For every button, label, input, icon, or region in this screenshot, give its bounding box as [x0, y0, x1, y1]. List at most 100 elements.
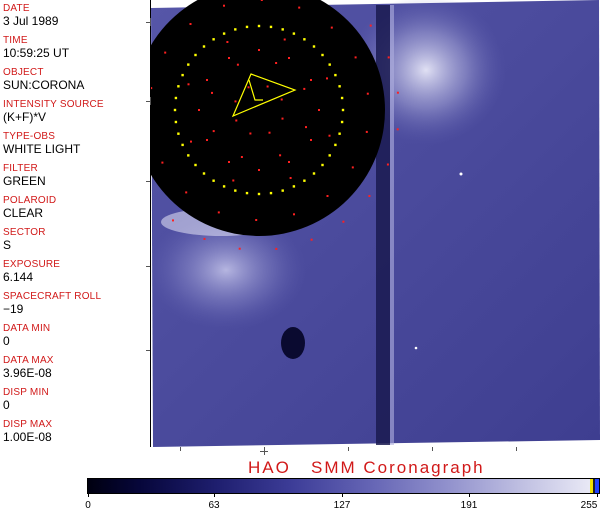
limb-marker-dot	[174, 96, 178, 100]
star	[414, 346, 418, 350]
limb-marker-dot	[245, 191, 249, 195]
grid-marker-dot	[396, 128, 399, 131]
grid-marker-dot	[293, 213, 295, 216]
grid-marker-dot	[234, 100, 237, 103]
field-value: S	[3, 238, 12, 252]
grid-marker-dot	[275, 247, 278, 250]
grid-marker-dot	[303, 87, 306, 90]
grid-marker-dot	[258, 169, 260, 171]
limb-marker-dot	[312, 45, 316, 48]
grid-marker-dot	[240, 156, 243, 158]
limb-marker-dot	[187, 154, 190, 157]
axis-tick	[516, 447, 517, 451]
color-scale-bar	[87, 478, 600, 494]
grid-marker-dot	[217, 211, 220, 214]
grid-marker-dot	[236, 63, 239, 66]
colorbar-tick	[342, 493, 343, 497]
field-label: POLAROID	[3, 195, 57, 206]
field-label: TYPE-OBS	[3, 131, 56, 142]
field-value: 6.144	[3, 270, 34, 284]
grid-marker-dot	[190, 140, 192, 143]
grid-marker-dot	[185, 191, 188, 194]
colorbar-tick	[214, 493, 215, 497]
limb-marker-dot	[177, 85, 180, 88]
grid-marker-dot	[238, 247, 241, 250]
limb-marker-dot	[338, 85, 341, 88]
colorbar-tick	[597, 493, 598, 497]
field-label: DATA MIN	[3, 323, 51, 334]
limb-marker-dot	[245, 25, 249, 29]
grid-marker-dot	[368, 195, 371, 197]
grid-marker-dot	[354, 56, 357, 59]
grid-marker-dot	[279, 154, 282, 157]
field-value: (K+F)*V	[3, 110, 47, 124]
grid-marker-dot	[189, 23, 192, 25]
limb-marker-dot	[222, 185, 226, 188]
field-object: OBJECT SUN:CORONA	[3, 67, 149, 92]
grid-marker-dot	[255, 219, 258, 221]
grid-marker-dot	[387, 56, 390, 59]
field-exposure: EXPOSURE 6.144	[3, 259, 149, 284]
limb-marker-dot	[292, 185, 296, 188]
limb-marker-dot	[321, 53, 324, 57]
field-label: SPACECRAFT ROLL	[3, 291, 102, 302]
limb-marker-dot	[269, 25, 273, 29]
instrument-title: HAO SMM Coronagraph	[248, 458, 485, 477]
grid-marker-dot	[283, 38, 286, 41]
coronagraph-image-svg	[151, 0, 600, 447]
grid-marker-dot	[172, 219, 174, 222]
limb-marker-dot	[338, 132, 341, 135]
grid-marker-dot	[386, 163, 389, 166]
field-value: CLEAR	[3, 206, 44, 220]
grid-marker-dot	[161, 161, 164, 164]
colorbar-tick	[88, 493, 89, 497]
grid-marker-dot	[298, 6, 301, 9]
grid-marker-dot	[318, 109, 320, 111]
axis-tick	[146, 350, 150, 351]
axis-tick	[146, 181, 150, 182]
limb-marker-dot	[334, 143, 337, 147]
limb-marker-dot	[181, 73, 184, 77]
grid-marker-dot	[366, 92, 369, 95]
axis-tick	[432, 447, 433, 451]
colorbar-tick-label: 127	[333, 500, 351, 511]
limb-marker-dot	[181, 143, 184, 147]
grid-marker-dot	[228, 161, 230, 163]
grid-marker-dot	[212, 130, 215, 133]
grid-marker-dot	[275, 62, 278, 64]
colorbar-tick	[469, 493, 470, 497]
field-label: EXPOSURE	[3, 259, 61, 270]
limb-marker-dot	[234, 189, 237, 192]
field-label: DATE	[3, 3, 30, 14]
limb-marker-dot	[281, 28, 284, 31]
field-type-obs: TYPE-OBS WHITE LIGHT	[3, 131, 149, 156]
field-label: DATA MAX	[3, 355, 54, 366]
grid-marker-dot	[266, 85, 269, 88]
field-value: 0	[3, 334, 10, 348]
grid-marker-dot	[187, 83, 190, 86]
limb-marker-dot	[222, 32, 226, 35]
grid-marker-dot	[280, 98, 283, 101]
field-value: 3.96E-08	[3, 366, 52, 380]
limb-marker-dot	[177, 132, 180, 135]
grid-marker-dot	[351, 166, 354, 169]
grid-marker-dot	[342, 220, 345, 223]
colorbar-tick-label: 191	[460, 500, 478, 511]
limb-marker-dot	[312, 172, 316, 175]
grid-marker-dot	[206, 139, 208, 141]
colorbar-tick-label: 0	[85, 500, 91, 511]
limb-marker-dot	[292, 32, 296, 35]
limb-marker-dot	[281, 189, 284, 192]
limb-marker-dot	[257, 192, 261, 196]
field-data-min: DATA MIN 0	[3, 323, 149, 348]
dust-spot	[281, 327, 305, 359]
field-value: 0	[3, 398, 10, 412]
field-label: OBJECT	[3, 67, 44, 78]
grid-marker-dot	[288, 161, 290, 163]
field-value: GREEN	[3, 174, 46, 188]
grid-marker-dot	[369, 24, 372, 27]
grid-marker-dot	[281, 117, 284, 120]
limb-marker-dot	[303, 179, 306, 182]
colorbar-tick-label: 63	[208, 500, 220, 511]
grid-marker-dot	[228, 57, 230, 59]
